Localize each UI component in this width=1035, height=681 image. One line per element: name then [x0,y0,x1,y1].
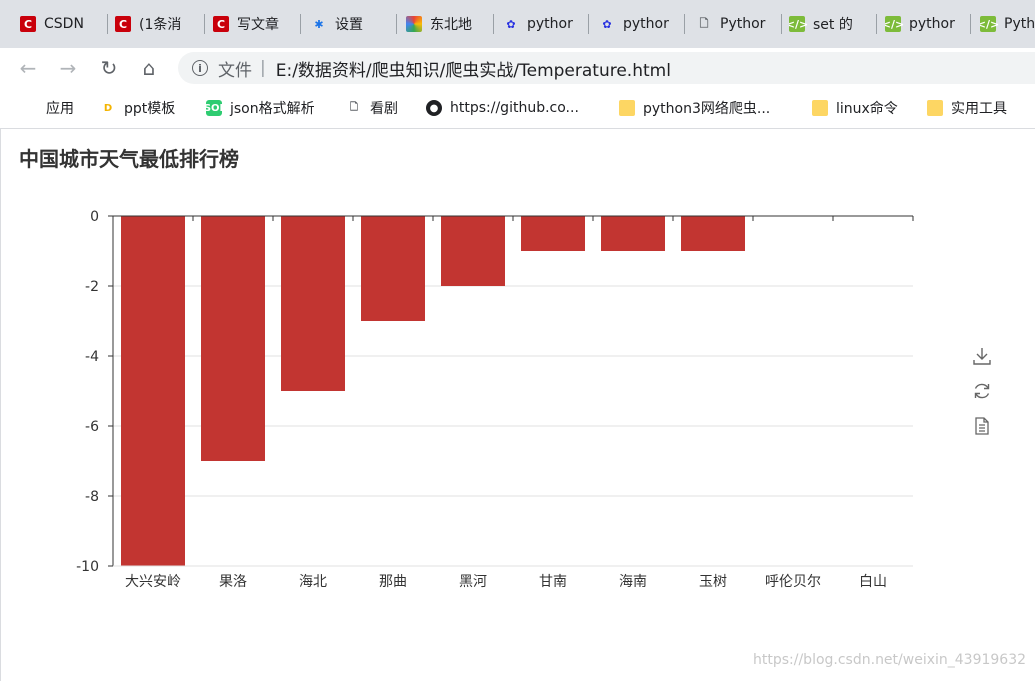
bookmark-apps[interactable]: 应用 [22,98,74,118]
tab-label: pythor [909,16,955,32]
bar [441,216,505,286]
x-tick-label: 甘南 [539,574,567,590]
bookmark-label: ppt模板 [124,101,176,117]
y-tick-label: -2 [85,279,99,295]
tab-python-5[interactable]: </> Pyth [980,6,1035,42]
tab-label: 写文章 [237,17,279,33]
bar [361,216,425,321]
bookmark-label: linux命令 [836,101,898,117]
x-tick-label: 那曲 [379,574,407,590]
x-tick-label: 海北 [299,574,327,590]
tab-strip: C CSDN C (1条消 C 写文章 ✱ 设置 东北地 ✿ pythor ✿ … [0,0,1035,48]
bookmarks-bar: 应用 D ppt模板 JSON json格式解析 🗋 看剧 ● https://… [0,88,1035,129]
address-bar[interactable]: i 文件 | E:/数据资料/爬虫知识/爬虫实战/Temperature.htm… [178,52,1035,84]
x-tick-label: 大兴安岭 [125,574,181,590]
tab-label: pythor [527,16,573,32]
data-view-icon[interactable] [969,413,995,439]
tab-label: CSDN [44,16,84,32]
tab-write-article[interactable]: C 写文章 [213,6,301,42]
csdn-icon: C [213,16,229,32]
tab-messages[interactable]: C (1条消 [115,6,205,42]
tab-python-4[interactable]: </> pythor [885,6,971,42]
bar [681,216,745,251]
tab-label: pythor [623,16,669,32]
folder-icon [927,100,943,116]
tab-northeast[interactable]: 东北地 [406,6,494,42]
swirl-icon [406,16,422,32]
csdn-icon: C [20,16,36,32]
bookmark-label: 看剧 [370,101,398,117]
page-icon: 🗋 [699,16,709,30]
bar-chart: 0 -2 -4 -6 -8 -10 大兴安岭 果洛 海北 那曲 黑河 甘南 海南 玉树 呼伦贝尔 白山 [76,209,914,590]
x-tick-label: 海南 [619,574,647,590]
baidu-paw-icon: ✿ [506,17,516,31]
bookmark-label: 实用工具 [951,101,1007,117]
bookmark-label: json格式解析 [230,101,315,117]
info-icon[interactable]: i [192,60,208,76]
bookmark-tools[interactable]: 实用工具 [927,98,1007,118]
bookmark-json[interactable]: JSON json格式解析 [200,98,315,118]
tab-python-3[interactable]: 🗋 Pythor [696,6,782,42]
bookmark-label: python3网络爬虫... [643,101,771,117]
bar [201,216,265,461]
bookmark-github[interactable]: ● https://github.co... [426,98,579,118]
tab-settings[interactable]: ✱ 设置 [311,6,397,42]
tab-label: Pyth [1004,16,1035,32]
x-tick-label: 黑河 [459,574,487,590]
y-tick-label: -10 [76,559,99,575]
address-separator: | [260,58,266,78]
bookmark-python3-crawler[interactable]: python3网络爬虫... [619,98,770,118]
bookmark-label: 应用 [46,101,74,117]
x-tick-label: 呼伦贝尔 [765,574,821,590]
bookmark-label: https://github.co... [450,100,579,116]
json-icon: JSON [200,100,228,116]
code-icon: </> [885,16,905,32]
bar [521,216,585,251]
code-icon: </> [980,16,1000,32]
y-tick-label: -8 [85,489,99,505]
scheme-label: 文件 [218,60,252,81]
folder-icon [619,100,635,116]
bookmark-linux[interactable]: linux命令 [812,98,898,118]
code-icon: </> [789,16,809,32]
watermark: https://blog.csdn.net/weixin_43919632 [753,652,1027,668]
bar [281,216,345,391]
x-tick-label: 白山 [859,574,887,590]
folder-icon [812,100,828,116]
y-tick-label: 0 [90,209,99,225]
page-icon: 🗋 [349,101,359,113]
bookmark-ppt[interactable]: D ppt模板 [100,98,175,118]
baidu-paw-icon: ✿ [602,17,612,31]
ppt-icon: D [103,102,113,114]
bookmark-drama[interactable]: 🗋 看剧 [346,98,398,118]
tab-csdn[interactable]: C CSDN [20,6,108,42]
download-icon[interactable] [969,343,995,369]
gear-icon: ✱ [314,17,324,31]
csdn-icon: C [115,16,131,32]
browser-toolbar: ← → ↻ ⌂ i 文件 | E:/数据资料/爬虫知识/爬虫实战/Tempera… [0,48,1035,88]
tab-python-1[interactable]: ✿ pythor [503,6,589,42]
x-tick-label: 果洛 [219,574,247,590]
bar [121,216,185,566]
home-button[interactable]: ⌂ [135,54,163,82]
x-tick-label: 玉树 [699,574,727,590]
page-content: 中国城市天气最低排行榜 0 -2 -4 -6 -8 -10 大兴安岭 果洛 海北 那曲 黑河 甘南 海南… [0,129,1035,681]
tab-label: 东北地 [430,17,472,33]
github-icon: ● [426,100,442,116]
address-url[interactable]: E:/数据资料/爬虫知识/爬虫实战/Temperature.html [276,56,671,81]
bar [601,216,665,251]
tab-label: 设置 [335,17,363,33]
y-tick-label: -6 [85,419,99,435]
refresh-icon[interactable] [969,378,995,404]
tab-set[interactable]: </> set 的 [789,6,877,42]
tab-python-2[interactable]: ✿ pythor [599,6,685,42]
forward-button[interactable]: → [54,54,82,82]
reload-button[interactable]: ↻ [95,54,123,82]
tab-label: set 的 [813,17,853,33]
back-button[interactable]: ← [14,54,42,82]
apps-grid-icon [22,100,38,116]
tab-label: (1条消 [139,17,182,33]
tab-label: Pythor [720,16,766,32]
y-tick-label: -4 [85,349,99,365]
